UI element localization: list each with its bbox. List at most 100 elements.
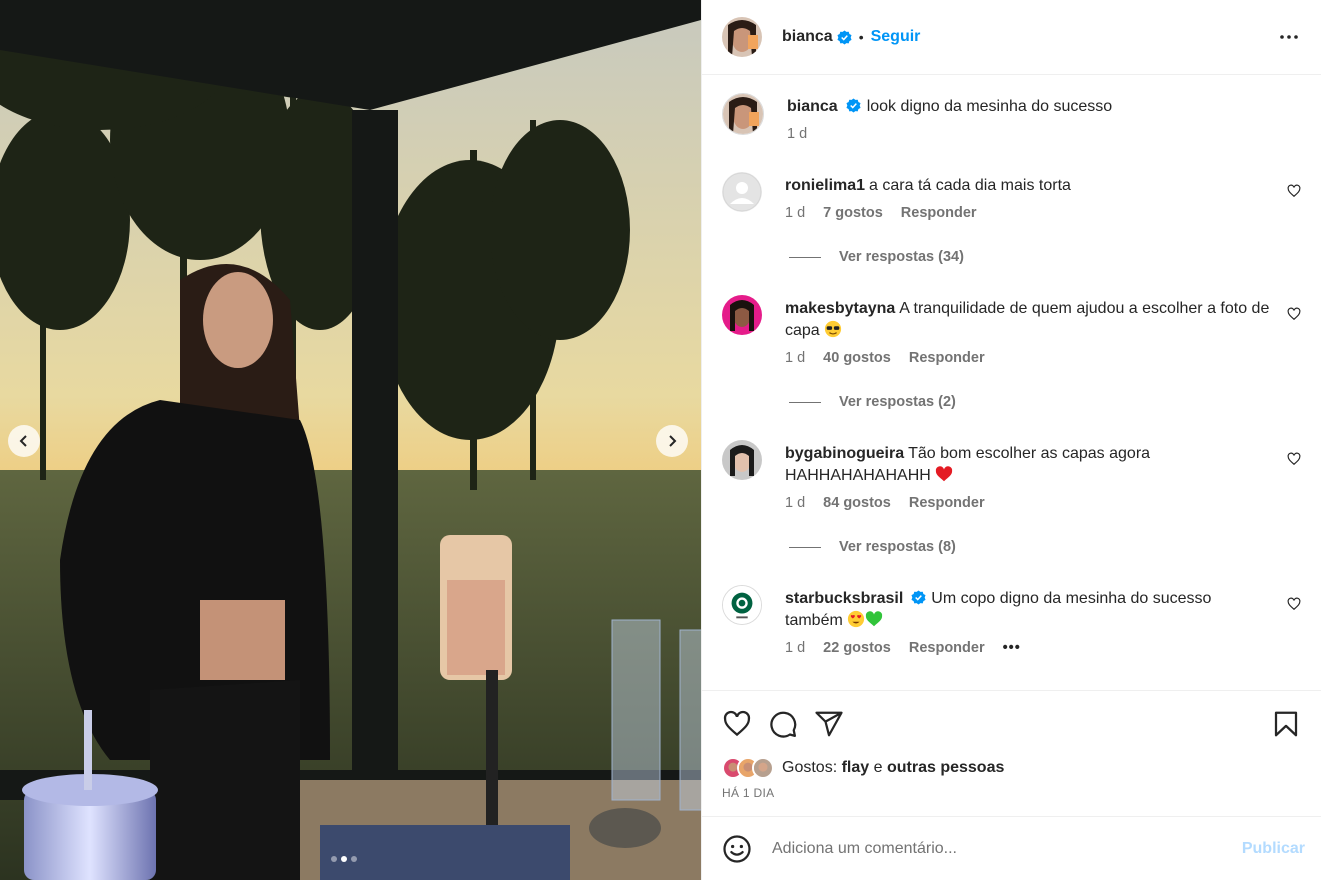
carousel-dot [351,856,357,862]
heart-icon [723,710,751,737]
comment-meta: 1 d 22 gostos Responder ••• [785,640,1271,656]
caption-text: bianca look digno da mesinha do sucesso [787,96,1271,118]
comment-username[interactable]: makesbytayna [785,300,895,317]
comment-row: makesbytayna A tranquilidade de quem ajud… [722,295,1301,366]
caption-body: bianca look digno da mesinha do sucesso 1… [787,93,1301,142]
likes-summary: Gostos: flay e outras pessoas [722,757,1301,779]
author-username[interactable]: bianca [782,28,833,46]
emoji-icon[interactable] [722,834,752,864]
post-panel: bianca • Seguir bianca look digno da mesi… [701,0,1321,880]
comment-more-button[interactable]: ••• [1003,640,1021,656]
comment-time: 1 d [785,640,806,656]
comment-likes[interactable]: 7 gostos [823,205,883,221]
save-button[interactable] [1271,709,1301,739]
post-photo [0,0,701,880]
view-replies-button[interactable]: Ver respostas (2) [789,394,1301,410]
comment-time: 1 d [785,205,806,221]
share-button[interactable] [814,709,844,739]
comment-text: starbucksbrasil Um copo digno da mesinha … [785,588,1271,632]
commenter-avatar[interactable] [722,172,762,212]
separator-dot: • [858,29,864,45]
red-heart-emoji-icon [936,466,953,482]
previous-media-button[interactable] [8,425,40,457]
comment-body: bygabinogueira Tão bom escolher as capas … [785,440,1301,511]
post-timestamp: HÁ 1 DIA [722,786,775,800]
comment-body: ronielima1 a cara tá cada dia mais torta … [785,172,1301,221]
likers-avatars[interactable] [722,757,774,779]
publish-button[interactable]: Publicar [1242,840,1305,858]
commenter-avatar[interactable] [722,295,762,335]
comment-input[interactable] [772,839,1242,858]
reply-button[interactable]: Responder [901,205,977,221]
view-replies-button[interactable]: Ver respostas (34) [789,249,1301,265]
verified-badge-icon [837,29,852,45]
verified-badge-icon [911,590,926,605]
carousel-dot [331,856,337,862]
comment-button[interactable] [768,709,798,739]
comment-meta: 1 d 84 gostos Responder [785,495,1271,511]
view-replies-label: Ver respostas (8) [839,539,956,555]
comment-username[interactable]: starbucksbrasil [785,590,903,607]
comment-meta: 1 d 7 gostos Responder [785,205,1271,221]
view-replies-label: Ver respostas (2) [839,394,956,410]
next-media-button[interactable] [656,425,688,457]
like-button[interactable] [722,709,752,739]
caption-time: 1 d [787,126,808,142]
replies-line [789,256,821,258]
like-comment-heart-icon[interactable] [1287,597,1301,611]
replies-line [789,546,821,548]
share-icon [815,711,843,737]
commenter-avatar[interactable] [722,585,762,625]
follow-button[interactable]: Seguir [871,28,921,46]
other-likers[interactable]: outras pessoas [887,759,1004,777]
chevron-left-icon [19,435,27,447]
comment-row: bygabinogueira Tão bom escolher as capas … [722,440,1301,511]
reply-button[interactable]: Responder [909,640,985,656]
chevron-right-icon [669,435,677,447]
comment-body: starbucksbrasil Um copo digno da mesinha … [785,585,1301,656]
carousel-dot-active [341,856,347,862]
reply-button[interactable]: Responder [909,495,985,511]
like-comment-heart-icon[interactable] [1287,452,1301,466]
comment-text: makesbytayna A tranquilidade de quem ajud… [785,298,1271,342]
comment-time: 1 d [785,495,806,511]
caption-username[interactable]: bianca [787,98,838,115]
post-header: bianca • Seguir [702,0,1321,75]
post-media[interactable] [0,0,701,880]
post-actions: Gostos: flay e outras pessoas HÁ 1 DIA [702,690,1321,816]
commenter-avatar[interactable] [722,440,762,480]
post-viewer: bianca • Seguir bianca look digno da mesi… [0,0,1321,880]
comment-username[interactable]: ronielima1 [785,177,865,194]
heart-eyes-emoji-icon [848,610,865,628]
sunglasses-emoji-icon [825,320,842,338]
action-bar [722,691,1301,757]
comment-content: a cara tá cada dia mais torta [869,177,1071,194]
reply-button[interactable]: Responder [909,350,985,366]
liker-avatar [752,757,774,779]
likes-prefix: Gostos: [782,759,838,776]
comment-meta: 1 d 40 gostos Responder [785,350,1271,366]
comment-likes[interactable]: 22 gostos [823,640,891,656]
more-options-button[interactable] [1277,25,1301,49]
view-replies-button[interactable]: Ver respostas (8) [789,539,1301,555]
comments-section[interactable]: bianca look digno da mesinha do sucesso 1… [702,75,1321,690]
comment-username[interactable]: bygabinogueira [785,445,904,462]
caption-meta: 1 d [787,126,1271,142]
comment-text: bygabinogueira Tão bom escolher as capas … [785,443,1271,487]
author-info: bianca • Seguir [782,28,920,46]
like-comment-heart-icon[interactable] [1287,307,1301,321]
comment-likes[interactable]: 40 gostos [823,350,891,366]
comment-body: makesbytayna A tranquilidade de quem ajud… [785,295,1301,366]
bookmark-icon [1274,711,1298,737]
first-liker[interactable]: flay [842,759,870,777]
green-heart-emoji-icon [866,611,883,627]
replies-line [789,401,821,403]
comment-likes[interactable]: 84 gostos [823,495,891,511]
comment-time: 1 d [785,350,806,366]
author-avatar[interactable] [722,93,764,135]
comment-icon [770,711,797,738]
carousel-indicator [331,856,357,862]
like-comment-heart-icon[interactable] [1287,184,1301,198]
more-icon [1280,35,1298,39]
author-avatar[interactable] [722,17,762,57]
